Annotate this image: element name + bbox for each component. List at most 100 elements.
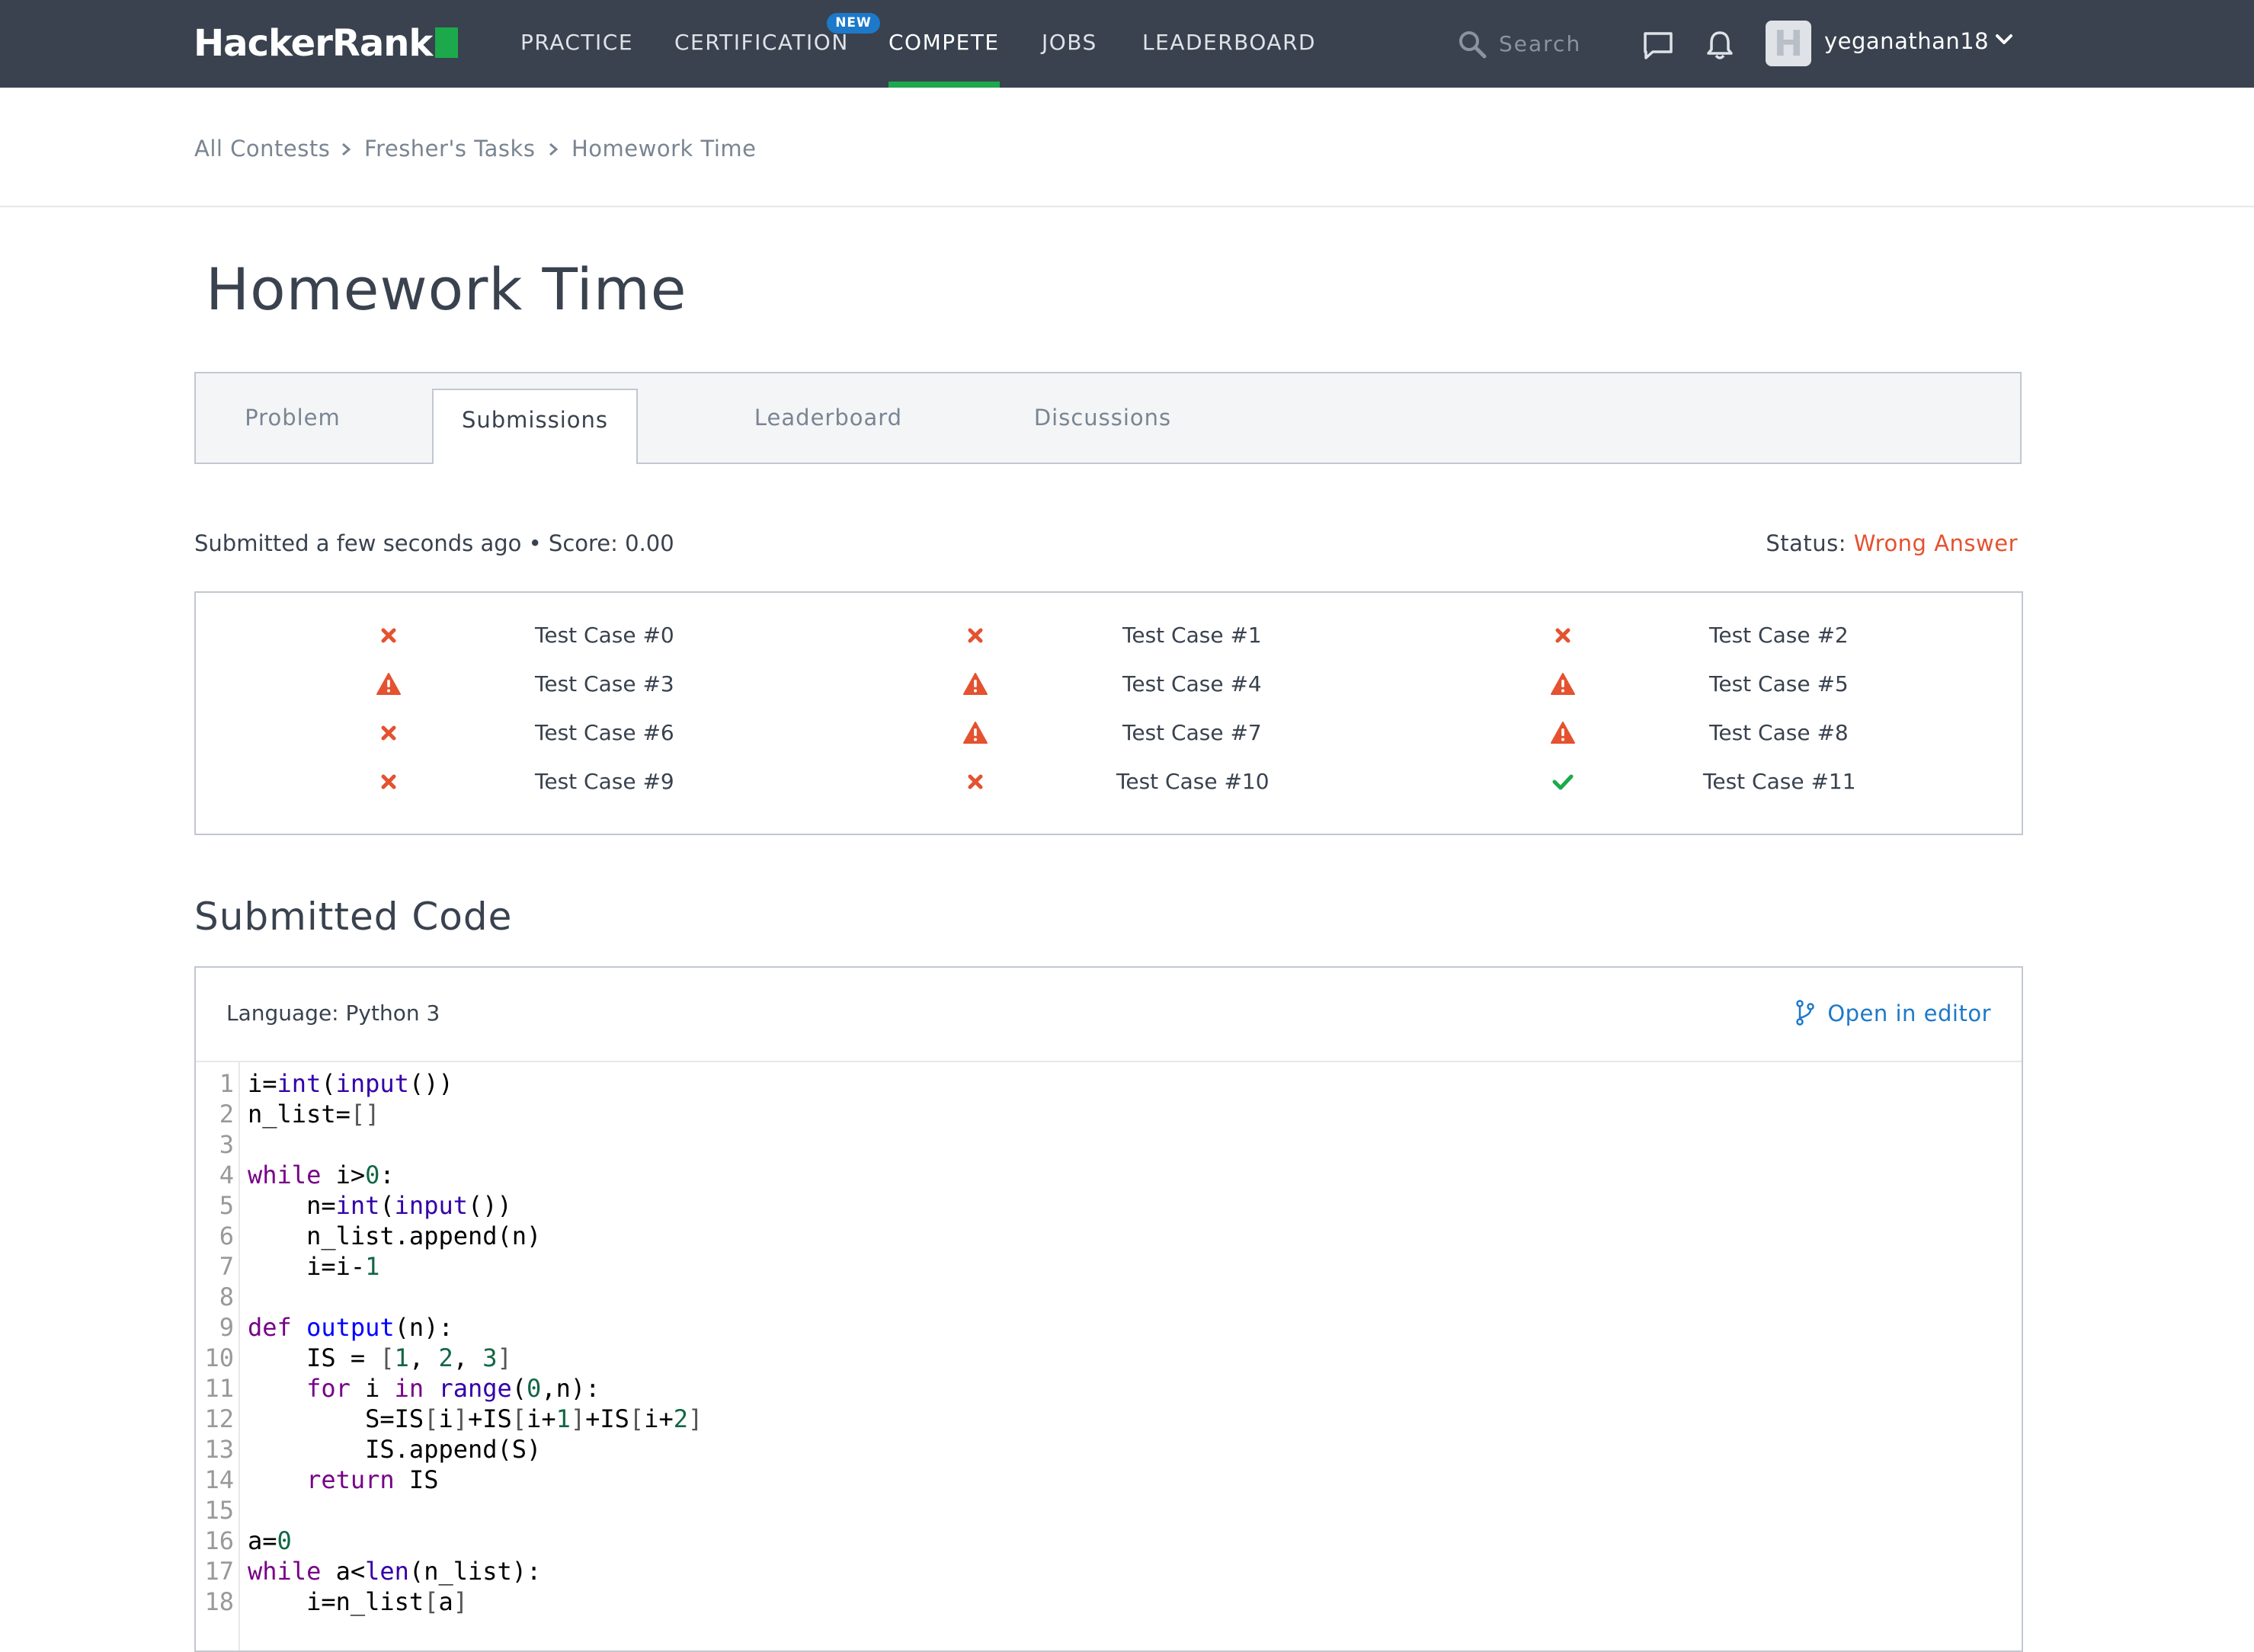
line-number: 12	[204, 1404, 234, 1433]
open-in-editor-link[interactable]: Open in editor	[1795, 1000, 1991, 1027]
code-editor[interactable]: 1 i=int(input()) 2 n_list=[] 3 4 while i>0: 5 n…	[196, 1062, 2022, 1650]
code-text: for i in range(0,n):	[306, 1374, 600, 1403]
code-panel-header: Language: Python 3 Open in editor	[196, 968, 2022, 1062]
line-number: 6	[219, 1221, 234, 1250]
nav-compete[interactable]: COMPETE	[888, 0, 1000, 88]
test-case-label[interactable]: Test Case #8	[1709, 718, 1849, 748]
code-text: a=0	[248, 1526, 292, 1555]
code-text: n=int(input())	[248, 1191, 512, 1220]
logo-mark	[435, 27, 459, 58]
line-number: 3	[219, 1130, 234, 1159]
line-number: 17	[204, 1557, 234, 1586]
language-label: Language: Python 3	[226, 1000, 440, 1026]
nav-certification[interactable]: CERTIFICATION	[674, 0, 849, 88]
code-text: return IS	[306, 1465, 439, 1494]
code-text: S=IS[i]+IS[i+1]+IS[i+2]	[248, 1404, 703, 1433]
test-case-label[interactable]: Test Case #7	[1122, 718, 1262, 748]
tab-submissions[interactable]: Submissions	[432, 389, 638, 464]
bell-icon[interactable]	[1705, 29, 1735, 61]
line-number: 15	[204, 1496, 234, 1525]
test-case-label[interactable]: Test Case #9	[535, 767, 674, 797]
code-text: n_list.append(n)	[248, 1221, 542, 1250]
line-number: 5	[219, 1191, 234, 1220]
line-number: 1	[219, 1069, 234, 1098]
cross-icon	[381, 774, 396, 789]
code-panel: Language: Python 3 Open in editor 1 i=int…	[194, 966, 2023, 1652]
test-case-label[interactable]: Test Case #10	[1116, 767, 1269, 797]
test-case-label[interactable]: Test Case #5	[1709, 669, 1849, 700]
top-navbar: HackerRank PRACTICE CERTIFICATION NEW CO…	[0, 0, 2254, 88]
logo-text: HackerRank	[194, 22, 433, 65]
code-text: IS.append(S)	[248, 1435, 542, 1464]
submission-status: Status: Wrong Answer	[1766, 530, 2018, 557]
code-text: i=int(input())	[248, 1069, 453, 1098]
search-icon[interactable]	[1457, 29, 1487, 59]
breadcrumb: All Contests Fresher's Tasks Homework Ti…	[0, 88, 2254, 207]
nav-practice[interactable]: PRACTICE	[520, 0, 633, 88]
warning-icon	[376, 673, 401, 695]
tab-discussions[interactable]: Discussions	[988, 373, 1217, 463]
chevron-right-icon	[342, 142, 351, 156]
tab-bar: Problem Submissions Leaderboard Discussi…	[194, 372, 2022, 464]
status-label: Status:	[1766, 530, 1847, 556]
test-case-label[interactable]: Test Case #2	[1709, 620, 1849, 651]
breadcrumb-freshers-tasks[interactable]: Fresher's Tasks	[364, 135, 535, 162]
check-icon	[1552, 774, 1574, 790]
test-case-label[interactable]: Test Case #4	[1122, 669, 1262, 700]
test-case-label[interactable]: Test Case #0	[535, 620, 674, 651]
warning-icon	[963, 722, 988, 744]
hackerrank-logo[interactable]: HackerRank	[194, 21, 459, 66]
code-text: i=i-1	[248, 1252, 380, 1281]
status-value: Wrong Answer	[1853, 530, 2018, 556]
search-input[interactable]	[1497, 26, 1615, 61]
nav-jobs[interactable]: JOBS	[1042, 0, 1097, 88]
cross-icon	[968, 628, 983, 643]
code-text: while a<len(n_list):	[248, 1557, 542, 1586]
tab-leaderboard[interactable]: Leaderboard	[714, 373, 943, 463]
breadcrumb-homework-time[interactable]: Homework Time	[572, 135, 757, 162]
line-number: 2	[219, 1100, 234, 1129]
code-text: i=n_list[a]	[248, 1587, 468, 1616]
breadcrumb-all-contests[interactable]: All Contests	[194, 135, 330, 162]
chevron-down-icon[interactable]	[1995, 32, 2013, 47]
submission-info: Submitted a few seconds ago • Score: 0.0…	[194, 530, 674, 556]
line-number: 14	[204, 1465, 234, 1494]
test-case-results: Test Case #0 Test Case #1 Test Case #2 Test…	[194, 591, 2023, 835]
cross-icon	[381, 628, 396, 643]
test-case-label[interactable]: Test Case #1	[1122, 620, 1262, 651]
line-number: 13	[204, 1435, 234, 1464]
new-badge: NEW	[827, 13, 880, 34]
code-text: IS = [1, 2, 3]	[248, 1343, 512, 1372]
line-number: 18	[204, 1587, 234, 1616]
message-icon[interactable]	[1642, 30, 1674, 61]
line-number: 10	[204, 1343, 234, 1372]
open-in-editor-label: Open in editor	[1827, 1000, 1991, 1026]
code-text: while i>0:	[248, 1161, 395, 1189]
line-number: 11	[204, 1374, 234, 1403]
warning-icon	[963, 673, 988, 695]
nav-compete-label: COMPETE	[888, 30, 1000, 55]
branch-icon	[1796, 1000, 1815, 1026]
username[interactable]: yeganathan18	[1824, 0, 1989, 84]
line-number: 7	[219, 1252, 234, 1281]
line-number: 8	[219, 1282, 234, 1311]
page-title: Homework Time	[206, 255, 687, 323]
code-text: def output(n):	[248, 1313, 453, 1342]
warning-icon	[1551, 673, 1575, 695]
line-number: 16	[204, 1526, 234, 1555]
code-text: n_list=[]	[248, 1100, 380, 1129]
line-number: 9	[219, 1313, 234, 1342]
line-number: 4	[219, 1161, 234, 1189]
test-case-label[interactable]: Test Case #6	[535, 718, 674, 748]
submitted-code-heading: Submitted Code	[194, 895, 513, 939]
test-case-label[interactable]: Test Case #3	[535, 669, 674, 700]
cross-icon	[1555, 628, 1570, 643]
chevron-right-icon	[549, 142, 559, 156]
active-nav-indicator	[888, 82, 1000, 88]
avatar[interactable]: H	[1766, 21, 1811, 66]
warning-icon	[1551, 722, 1575, 744]
test-case-label[interactable]: Test Case #11	[1703, 767, 1856, 797]
tab-problem[interactable]: Problem	[197, 373, 388, 463]
nav-leaderboard[interactable]: LEADERBOARD	[1142, 0, 1316, 88]
cross-icon	[381, 725, 396, 741]
